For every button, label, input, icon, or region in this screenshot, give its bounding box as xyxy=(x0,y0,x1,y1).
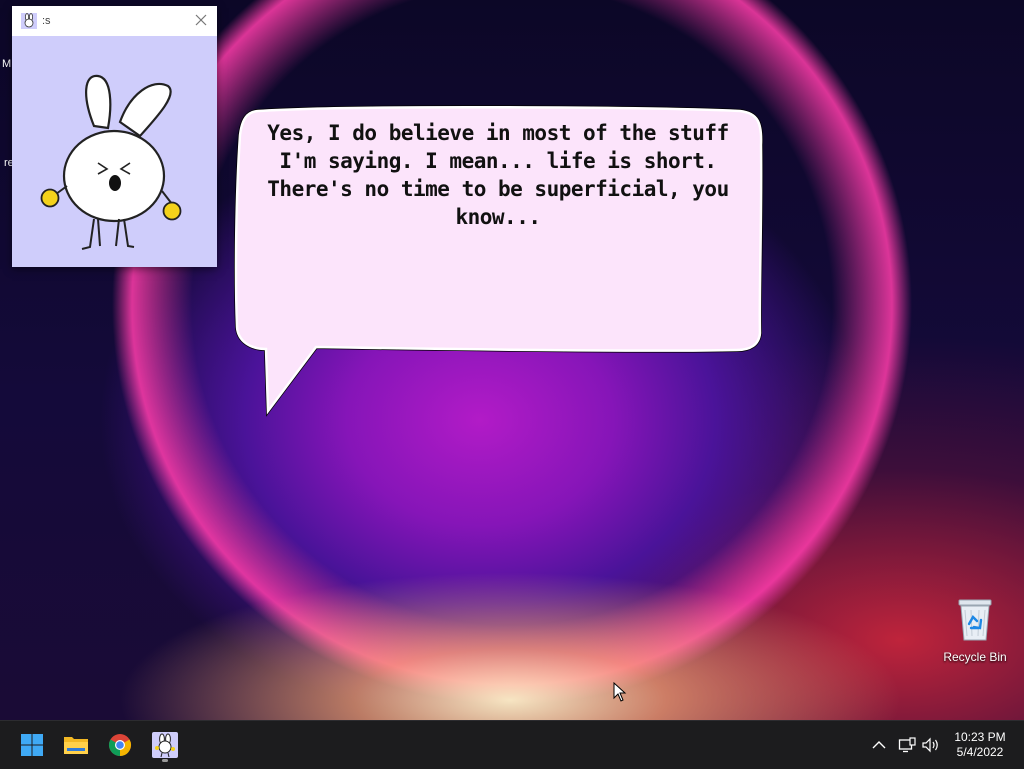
mouse-cursor-icon xyxy=(613,682,627,702)
chrome-button[interactable] xyxy=(102,727,138,763)
bunny-app-icon xyxy=(152,732,178,758)
volume-button[interactable] xyxy=(921,735,941,755)
folder-icon xyxy=(64,737,88,754)
pet-window-titlebar[interactable]: :s xyxy=(12,6,217,36)
recycle-bin[interactable]: Recycle Bin xyxy=(942,596,1008,664)
windows-start-icon xyxy=(21,734,43,756)
network-icon xyxy=(898,737,916,753)
clock-time: 10:23 PM xyxy=(954,730,1006,744)
speech-bubble-text: Yes, I do believe in most of the stuff I… xyxy=(267,121,729,229)
chevron-up-icon xyxy=(872,741,886,749)
start-button[interactable] xyxy=(14,727,50,763)
volume-icon xyxy=(922,737,938,753)
chrome-icon xyxy=(109,734,131,756)
pet-window-title: :s xyxy=(42,15,51,27)
bunny-pet-taskbar-button[interactable] xyxy=(147,727,183,763)
file-explorer-button[interactable] xyxy=(58,727,94,763)
active-app-indicator xyxy=(162,759,168,762)
bunny-character[interactable] xyxy=(12,36,217,267)
show-hidden-icons-button[interactable] xyxy=(869,735,889,755)
bunny-app-icon xyxy=(21,13,37,29)
close-icon[interactable] xyxy=(193,12,209,28)
desktop-icon-label-partial[interactable]: M xyxy=(2,58,11,70)
speech-bubble: Yes, I do believe in most of the stuff I… xyxy=(232,105,764,417)
clock-date: 5/4/2022 xyxy=(956,745,1004,759)
taskbar: 10:23 PM 5/4/2022 xyxy=(0,720,1024,769)
network-button[interactable] xyxy=(897,735,917,755)
recycle-bin-icon xyxy=(958,599,992,641)
system-clock[interactable]: 10:23 PM 5/4/2022 xyxy=(944,730,1016,760)
recycle-bin-label: Recycle Bin xyxy=(943,650,1007,664)
pet-window[interactable]: :s xyxy=(12,6,217,267)
